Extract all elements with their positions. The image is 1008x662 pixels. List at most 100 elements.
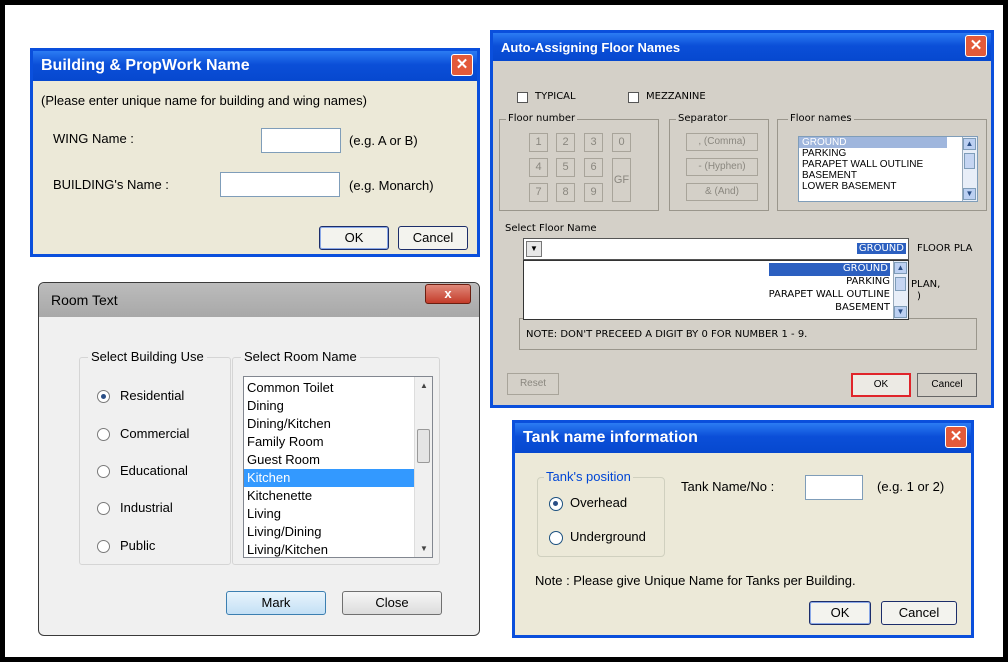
scroll-thumb[interactable] [964,153,975,169]
building-dialog-titlebar[interactable]: Building & PropWork Name ✕ [33,51,477,81]
use-label: Educational [120,463,188,478]
close-icon[interactable]: ✕ [965,35,987,57]
scroll-up-icon[interactable]: ▲ [420,381,428,390]
use-label: Commercial [120,426,190,441]
room-name-group: Select Room Name Common Toilet Dining Di… [232,349,440,565]
scroll-down-icon[interactable]: ▼ [894,306,907,318]
wing-name-input[interactable] [261,128,341,153]
floor-dialog-titlebar[interactable]: Auto-Assigning Floor Names ✕ [493,33,991,61]
close-icon[interactable]: ✕ [945,426,967,448]
comma-button[interactable]: , (Comma) [686,133,758,151]
list-item[interactable]: Guest Room [244,451,414,469]
floor-dialog-title: Auto-Assigning Floor Names [501,40,681,55]
list-item[interactable]: Dining [244,397,414,415]
use-label: Residential [120,388,185,403]
list-item[interactable]: PARAPET WALL OUTLINE [799,159,977,170]
scroll-thumb[interactable] [417,429,430,463]
list-item[interactable]: GROUND [799,137,947,148]
list-item[interactable]: Common Toilet [244,379,414,397]
number-7-button[interactable]: 7 [529,183,548,202]
floor-names-scrollbar[interactable]: ▲ ▼ [962,137,977,201]
floor-plan-text: FLOOR PLA [917,243,973,254]
cancel-button[interactable]: Cancel [881,601,957,625]
radio-public[interactable] [97,540,110,553]
floor-names-list[interactable]: GROUND PARKING PARAPET WALL OUTLINE BASE… [798,136,978,202]
number-6-button[interactable]: 6 [584,158,603,177]
number-9-button[interactable]: 9 [584,183,603,202]
radio-overhead[interactable] [549,497,563,511]
note-box: NOTE: DON'T PRECEED A DIGIT BY 0 FOR NUM… [519,318,977,350]
room-name-list[interactable]: Common Toilet Dining Dining/Kitchen Fami… [243,376,433,558]
tank-dialog-title: Tank name information [523,429,698,446]
floor-name-combo[interactable]: ▼ GROUND [523,238,909,260]
behind-text-plan: PLAN, [911,279,941,290]
tank-position-group: Tank's position [537,469,665,557]
dropdown-arrow-icon[interactable]: ▼ [526,241,542,257]
tank-dialog-titlebar[interactable]: Tank name information ✕ [515,423,971,453]
cancel-button[interactable]: Cancel [917,373,977,397]
room-text-titlebar[interactable]: Room Text [39,283,479,317]
wing-name-hint: (e.g. A or B) [349,133,418,148]
floor-number-group: Floor number [499,113,659,211]
list-item[interactable]: LOWER BASEMENT [799,181,977,192]
number-5-button[interactable]: 5 [556,158,575,177]
mezzanine-checkbox[interactable] [628,92,639,103]
mezzanine-label: MEZZANINE [646,91,706,102]
scroll-thumb[interactable] [895,277,906,291]
scroll-down-icon[interactable]: ▼ [420,544,428,553]
ok-button[interactable]: OK [851,373,911,397]
list-item[interactable]: Family Room [244,433,414,451]
radio-commercial[interactable] [97,428,110,441]
number-0-button[interactable]: 0 [612,133,631,152]
reset-button[interactable]: Reset [507,373,559,395]
gf-button[interactable]: GF [612,158,631,202]
list-scrollbar[interactable]: ▲ ▼ [414,377,432,557]
number-4-button[interactable]: 4 [529,158,548,177]
close-button[interactable]: Close [342,591,442,615]
dropdown-item[interactable]: BASEMENT [769,302,890,315]
list-item[interactable]: Living/Dining [244,523,414,541]
option-label: Underground [570,529,646,544]
mark-button[interactable]: Mark [226,591,326,615]
floor-number-caption: Floor number [506,113,578,124]
number-2-button[interactable]: 2 [556,133,575,152]
dropdown-scrollbar[interactable]: ▲ ▼ [893,261,908,319]
list-item[interactable]: BASEMENT [799,170,977,181]
and-button[interactable]: & (And) [686,183,758,201]
floor-name-dropdown[interactable]: GROUND PARKING PARAPET WALL OUTLINE BASE… [523,260,909,320]
ok-button[interactable]: OK [319,226,389,250]
building-dialog: Building & PropWork Name ✕ (Please enter… [30,48,480,257]
typical-label: TYPICAL [535,91,576,102]
scroll-up-icon[interactable]: ▲ [894,262,907,274]
select-floor-label: Select Floor Name [505,223,597,234]
radio-educational[interactable] [97,465,110,478]
list-item[interactable]: Dining/Kitchen [244,415,414,433]
cancel-button[interactable]: Cancel [398,226,468,250]
tank-name-hint: (e.g. 1 or 2) [877,479,945,494]
dropdown-item[interactable]: PARKING [769,276,890,289]
close-icon[interactable]: ✕ [451,54,473,76]
tank-name-input[interactable] [805,475,863,500]
list-item[interactable]: Living/Kitchen [244,541,414,557]
building-name-label: BUILDING's Name : [53,177,169,192]
scroll-down-icon[interactable]: ▼ [963,188,976,200]
list-item-selected[interactable]: Kitchen [244,469,414,487]
building-name-input[interactable] [220,172,340,197]
radio-industrial[interactable] [97,502,110,515]
radio-underground[interactable] [549,531,563,545]
typical-checkbox[interactable] [517,92,528,103]
list-item[interactable]: Kitchenette [244,487,414,505]
dropdown-item[interactable]: PARAPET WALL OUTLINE [769,289,890,302]
radio-residential[interactable] [97,390,110,403]
number-3-button[interactable]: 3 [584,133,603,152]
number-1-button[interactable]: 1 [529,133,548,152]
floor-names-caption: Floor names [788,113,854,124]
hyphen-button[interactable]: - (Hyphen) [686,158,758,176]
ok-button[interactable]: OK [809,601,871,625]
close-icon[interactable]: x [425,284,471,304]
list-item[interactable]: PARKING [799,148,977,159]
dropdown-item-selected[interactable]: GROUND [768,263,890,276]
list-item[interactable]: Living [244,505,414,523]
scroll-up-icon[interactable]: ▲ [963,138,976,150]
number-8-button[interactable]: 8 [556,183,575,202]
